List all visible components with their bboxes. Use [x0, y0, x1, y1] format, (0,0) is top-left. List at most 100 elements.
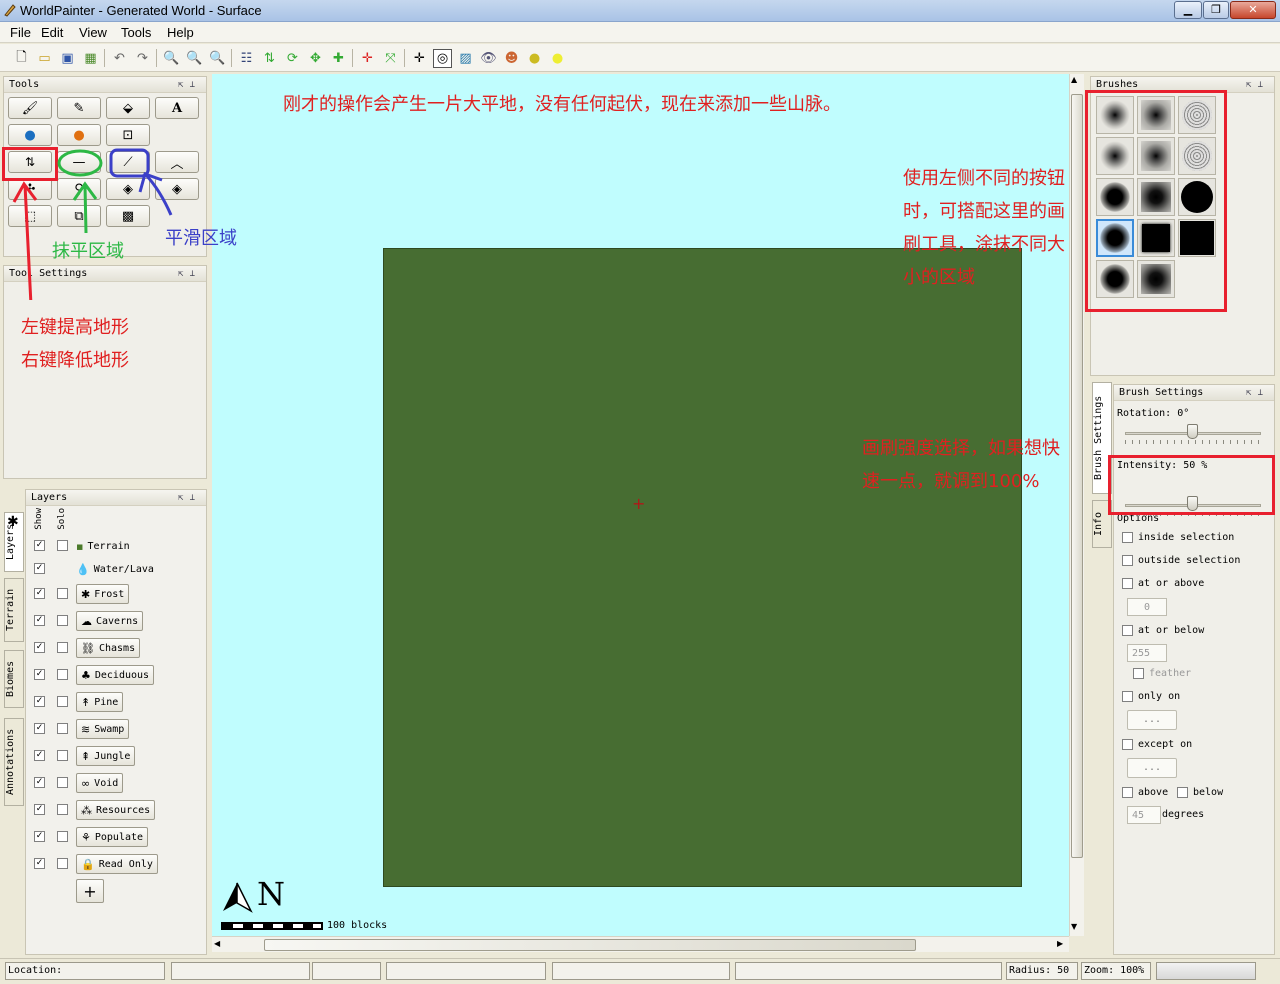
- show-contours-button[interactable]: ◎: [433, 49, 452, 68]
- menu-help[interactable]: Help: [167, 25, 194, 40]
- layer-solo-checkbox[interactable]: [57, 669, 68, 680]
- layer-show-checkbox[interactable]: ✓: [34, 563, 45, 574]
- horizontal-scroll-thumb[interactable]: [264, 939, 916, 951]
- layer-button[interactable]: ☁ Caverns: [76, 611, 144, 631]
- undo-button[interactable]: ↶: [110, 49, 129, 68]
- new-world-button[interactable]: 🗋: [12, 49, 31, 68]
- panel-pin-icon[interactable]: ⇱⊥: [178, 77, 201, 93]
- vertical-scroll-thumb[interactable]: [1071, 94, 1083, 858]
- rotate-button[interactable]: ⟳: [283, 49, 302, 68]
- minimize-button[interactable]: ▁: [1174, 1, 1202, 19]
- show-background-button[interactable]: ▨: [456, 49, 475, 68]
- layer-button[interactable]: ⚘ Populate: [76, 827, 149, 847]
- layer-show-checkbox[interactable]: ✓: [34, 696, 45, 707]
- export-button[interactable]: ▦: [81, 49, 100, 68]
- layer-solo-checkbox[interactable]: [57, 588, 68, 599]
- layer-solo-checkbox[interactable]: [57, 777, 68, 788]
- degrees-spinner[interactable]: 45: [1127, 806, 1161, 824]
- layer-solo-checkbox[interactable]: [57, 804, 68, 815]
- dimension-properties-button[interactable]: ☷: [237, 49, 256, 68]
- layer-solo-checkbox[interactable]: [57, 858, 68, 869]
- view-distance-button[interactable]: 👁: [479, 49, 498, 68]
- layer-show-checkbox[interactable]: ✓: [34, 858, 45, 869]
- tool-pencil[interactable]: ✎: [57, 97, 101, 119]
- layer-button[interactable]: ∞ Void: [76, 773, 124, 793]
- rotation-slider-knob[interactable]: [1187, 424, 1198, 439]
- except-on-selector[interactable]: ...: [1127, 758, 1177, 778]
- layer-button[interactable]: 💧 Water/Lava: [72, 559, 158, 579]
- layer-solo-checkbox[interactable]: [57, 723, 68, 734]
- layer-button[interactable]: ▪ Terrain: [72, 536, 134, 556]
- tool-fill[interactable]: ⬙: [106, 97, 150, 119]
- redo-button[interactable]: ↷: [133, 49, 152, 68]
- layer-show-checkbox[interactable]: ✓: [34, 723, 45, 734]
- zoom-out-button[interactable]: 🔍: [162, 49, 181, 68]
- tab-annotations[interactable]: Annotations: [4, 718, 24, 806]
- layer-show-checkbox[interactable]: ✓: [34, 831, 45, 842]
- tab-biomes[interactable]: Biomes: [4, 650, 24, 708]
- rotation-slider[interactable]: [1117, 424, 1269, 444]
- light-off-button[interactable]: ●: [525, 49, 544, 68]
- layer-show-checkbox[interactable]: ✓: [34, 642, 45, 653]
- save-world-button[interactable]: ▣: [58, 49, 77, 68]
- layer-solo-checkbox[interactable]: [57, 696, 68, 707]
- layer-button[interactable]: ✱ Frost: [76, 584, 130, 604]
- at-or-above-checkbox[interactable]: [1122, 578, 1133, 589]
- maximize-button[interactable]: ❐: [1203, 1, 1229, 19]
- scroll-right-icon[interactable]: ▶: [1057, 939, 1063, 948]
- only-on-checkbox[interactable]: [1122, 691, 1133, 702]
- menu-edit[interactable]: Edit: [41, 25, 63, 40]
- move-to-spawn-button[interactable]: ✛: [358, 49, 377, 68]
- layer-button[interactable]: ⇞ Jungle: [76, 746, 136, 766]
- scroll-left-icon[interactable]: ◀: [214, 939, 220, 948]
- only-on-selector[interactable]: ...: [1127, 710, 1177, 730]
- move-to-origin-button[interactable]: ⤧: [381, 49, 400, 68]
- panel-pin-icon[interactable]: ⇱⊥: [178, 490, 201, 506]
- layer-solo-checkbox[interactable]: [57, 750, 68, 761]
- above-degrees-checkbox[interactable]: [1122, 787, 1133, 798]
- light-on-button[interactable]: ●: [548, 49, 567, 68]
- height-button[interactable]: ⇅: [260, 49, 279, 68]
- layer-button[interactable]: ≋ Swamp: [76, 719, 130, 739]
- layer-solo-checkbox[interactable]: [57, 642, 68, 653]
- scroll-down-icon[interactable]: ▼: [1071, 922, 1077, 931]
- layer-button[interactable]: ⁂ Resources: [76, 800, 156, 820]
- layer-solo-checkbox[interactable]: [57, 540, 68, 551]
- layer-solo-checkbox[interactable]: [57, 615, 68, 626]
- layer-show-checkbox[interactable]: ✓: [34, 777, 45, 788]
- layer-show-checkbox[interactable]: ✓: [34, 540, 45, 551]
- below-degrees-checkbox[interactable]: [1177, 787, 1188, 798]
- show-grid-button[interactable]: ✛: [410, 49, 429, 68]
- walking-distance-button[interactable]: ☻: [502, 49, 521, 68]
- layer-show-checkbox[interactable]: ✓: [34, 669, 45, 680]
- layer-button[interactable]: ♣ Deciduous: [76, 665, 155, 685]
- menu-tools[interactable]: Tools: [121, 25, 151, 40]
- feather-checkbox[interactable]: [1133, 668, 1144, 679]
- add-layer-button[interactable]: +: [76, 879, 104, 903]
- layer-show-checkbox[interactable]: ✓: [34, 804, 45, 815]
- layer-solo-checkbox[interactable]: [57, 831, 68, 842]
- world-terrain[interactable]: [383, 248, 1022, 887]
- layer-button[interactable]: ↟ Pine: [76, 692, 124, 712]
- inside-selection-checkbox[interactable]: [1122, 532, 1133, 543]
- panel-pin-icon[interactable]: ⇱⊥: [1246, 77, 1269, 93]
- panel-pin-icon[interactable]: ⇱⊥: [1246, 385, 1269, 401]
- zoom-reset-button[interactable]: 🔍: [185, 49, 204, 68]
- scroll-up-icon[interactable]: ▲: [1071, 75, 1077, 84]
- layer-show-checkbox[interactable]: ✓: [34, 750, 45, 761]
- tool-spray-paint[interactable]: 🖌: [8, 97, 52, 119]
- open-world-button[interactable]: ▭: [35, 49, 54, 68]
- canvas-horizontal-scrollbar[interactable]: ◀ ▶: [212, 936, 1069, 952]
- except-on-checkbox[interactable]: [1122, 739, 1133, 750]
- shift-button[interactable]: ✥: [306, 49, 325, 68]
- at-or-above-spinner[interactable]: 0: [1127, 598, 1167, 616]
- menu-file[interactable]: File: [10, 25, 31, 40]
- add-tiles-button[interactable]: ✚: [329, 49, 348, 68]
- layer-show-checkbox[interactable]: ✓: [34, 588, 45, 599]
- canvas-vertical-scrollbar[interactable]: ▲ ▼: [1069, 74, 1084, 936]
- close-button[interactable]: ✕: [1230, 1, 1276, 19]
- at-or-below-checkbox[interactable]: [1122, 625, 1133, 636]
- menu-view[interactable]: View: [79, 25, 107, 40]
- outside-selection-checkbox[interactable]: [1122, 555, 1133, 566]
- at-or-below-spinner[interactable]: 255: [1127, 644, 1167, 662]
